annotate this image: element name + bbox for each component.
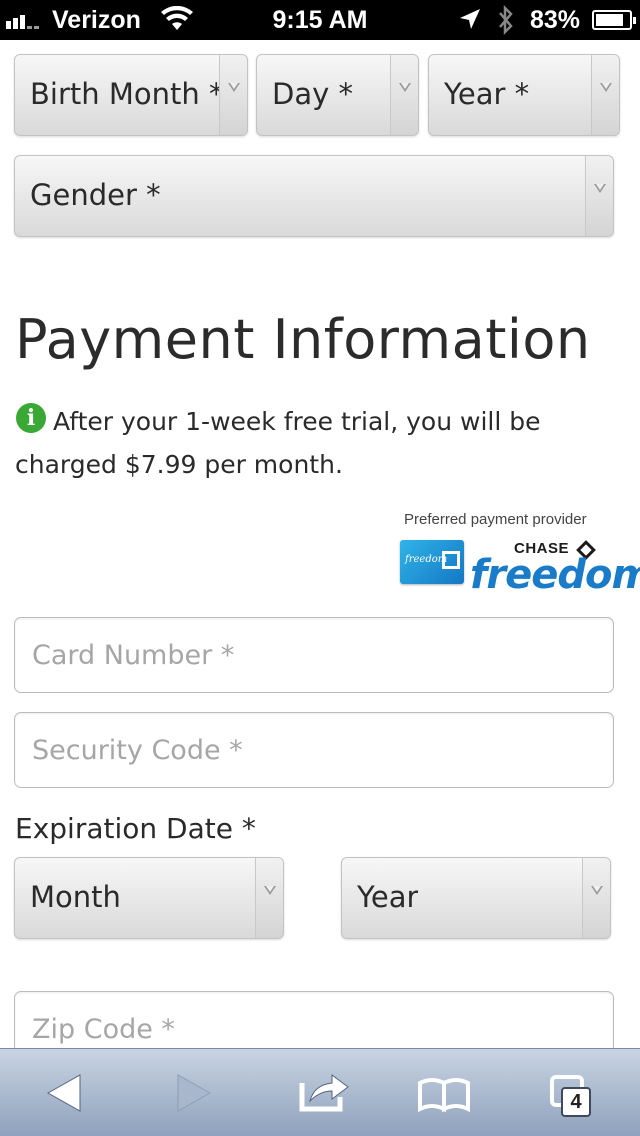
chevron-down-icon xyxy=(591,55,619,135)
share-button[interactable] xyxy=(280,1049,370,1136)
birth-month-select[interactable]: Birth Month * xyxy=(14,54,248,136)
gender-select[interactable]: Gender * xyxy=(14,155,614,237)
chevron-down-icon xyxy=(390,55,418,135)
battery-icon xyxy=(592,10,636,30)
forward-arrow-icon xyxy=(177,1074,212,1112)
battery-percent: 83% xyxy=(530,6,581,34)
tab-count: 4 xyxy=(561,1087,591,1117)
location-arrow-icon xyxy=(460,9,480,29)
chevron-down-icon xyxy=(219,55,247,135)
status-bar: Verizon 9:15 AM 83% xyxy=(0,0,640,40)
gender-label: Gender * xyxy=(30,178,161,212)
expiration-month-select[interactable]: Month xyxy=(14,857,284,939)
expiration-month-label: Month xyxy=(30,880,121,914)
tabs-button[interactable]: 4 xyxy=(530,1049,620,1136)
chase-freedom-card-image: freedom xyxy=(400,540,464,584)
browser-toolbar: 4 xyxy=(0,1048,640,1136)
chevron-down-icon xyxy=(582,858,610,938)
birth-year-label: Year * xyxy=(444,77,530,111)
card-word: freedom xyxy=(405,554,448,565)
back-button[interactable] xyxy=(20,1049,110,1136)
birth-day-select[interactable]: Day * xyxy=(256,54,419,136)
birth-month-label: Birth Month * xyxy=(30,77,220,111)
expiration-year-label: Year xyxy=(357,880,419,914)
chevron-down-icon xyxy=(255,858,283,938)
card-number-input[interactable] xyxy=(14,617,614,693)
battery-level xyxy=(596,14,623,26)
bookmarks-icon xyxy=(418,1078,470,1113)
forward-button[interactable] xyxy=(150,1049,240,1136)
chevron-down-icon xyxy=(585,156,613,236)
birth-year-select[interactable]: Year * xyxy=(428,54,620,136)
brand-freedom: freedom xyxy=(470,552,640,598)
expiration-date-label: Expiration Date * xyxy=(15,812,256,845)
provider-label: Preferred payment provider xyxy=(404,511,587,528)
trial-info-text: After your 1-week free trial, you will b… xyxy=(15,407,541,479)
bookmarks-button[interactable] xyxy=(400,1049,490,1136)
birth-day-label: Day * xyxy=(272,77,353,111)
share-icon xyxy=(299,1074,349,1112)
security-code-input[interactable] xyxy=(14,712,614,788)
chase-octagon-icon xyxy=(442,551,460,569)
section-title: Payment Information xyxy=(15,308,591,371)
bluetooth-icon xyxy=(499,5,513,35)
expiration-year-select[interactable]: Year xyxy=(341,857,611,939)
back-arrow-icon xyxy=(46,1074,81,1112)
